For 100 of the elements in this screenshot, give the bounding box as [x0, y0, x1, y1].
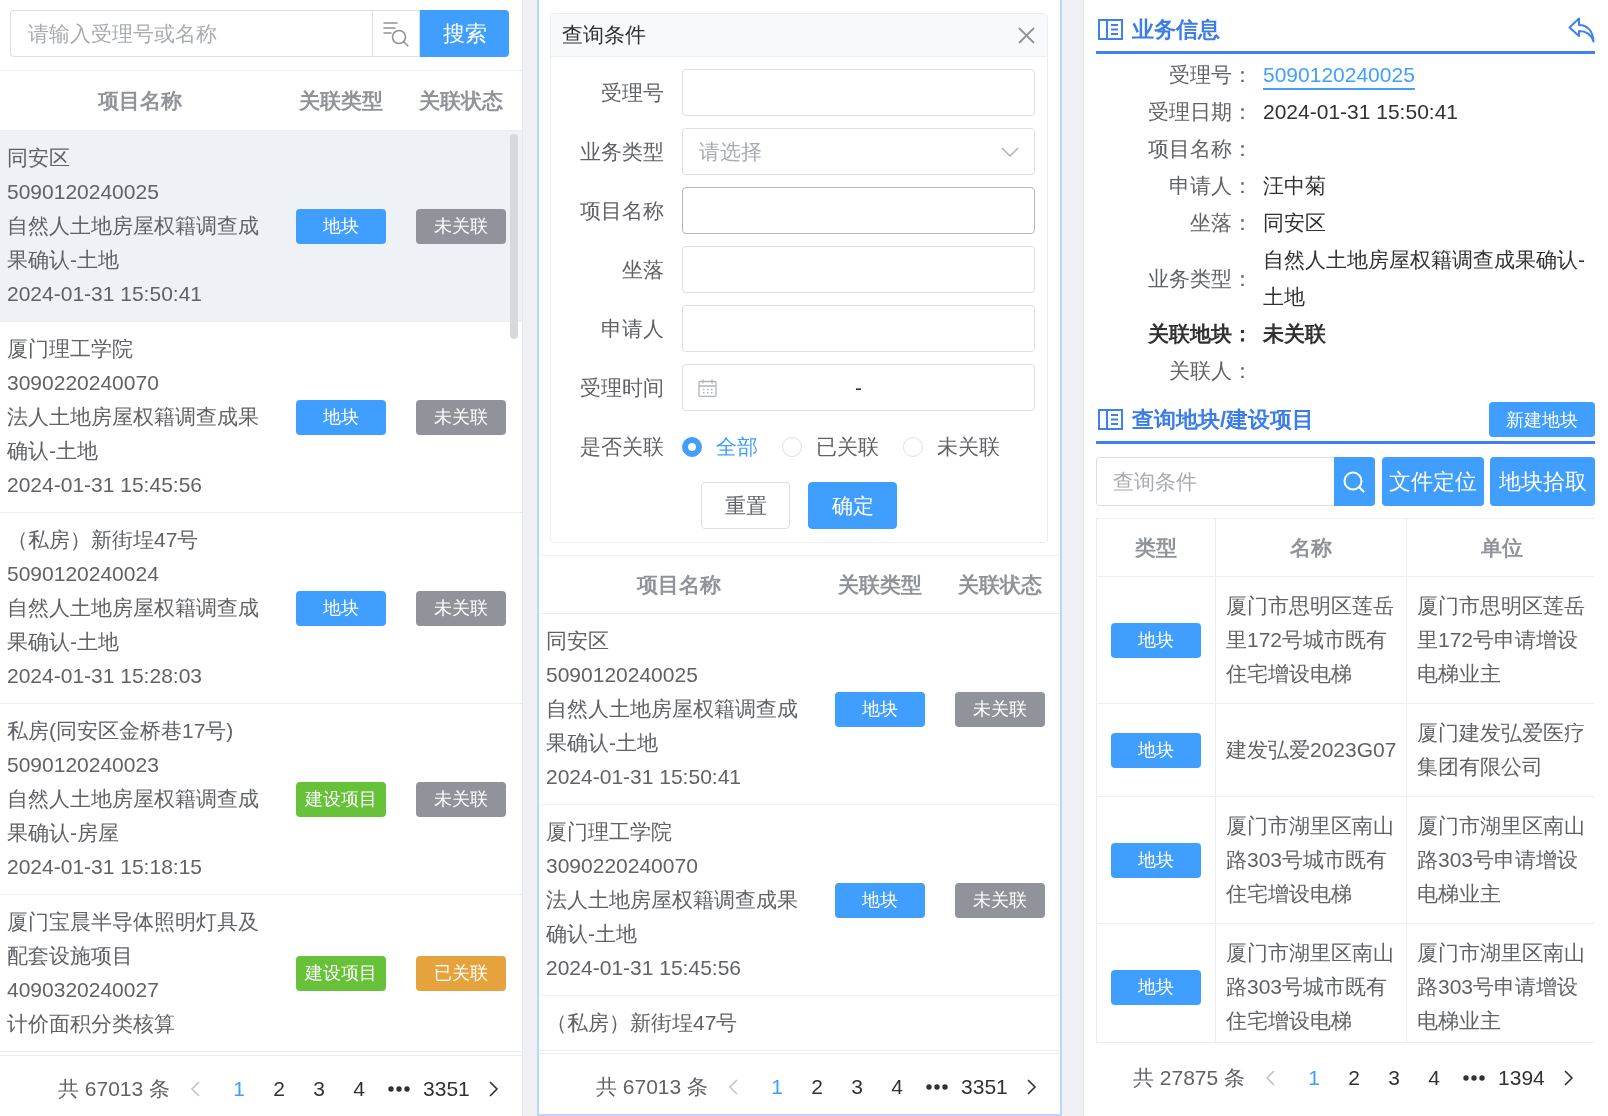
- page-number[interactable]: 3351: [957, 1070, 1012, 1104]
- search-field[interactable]: 查询条件: [1096, 457, 1334, 506]
- chevron-right-icon: [1563, 1070, 1574, 1086]
- page-number[interactable]: 2: [259, 1072, 300, 1106]
- field-value: 同安区: [1263, 210, 1326, 236]
- search-icon: [1343, 470, 1366, 493]
- project-name: 私房(同安区金桥巷17号): [7, 718, 234, 744]
- chevron-down-icon: [1001, 147, 1019, 157]
- table-cell: 建发弘爱2023G07: [1215, 703, 1407, 797]
- acceptance-number: 5090120240025: [7, 179, 159, 205]
- acceptance-date: 2024-01-31 15:45:56: [546, 955, 741, 981]
- business-type: 自然人土地房屋权籍调查成果确认-土地: [546, 696, 799, 756]
- acceptance-number: 5090120240023: [7, 752, 159, 778]
- project-name: 同安区: [546, 628, 609, 654]
- chevron-right-icon: [488, 1081, 499, 1097]
- type-tag: 地块: [1111, 622, 1201, 658]
- field-value: 2024-01-31 15:50:41: [1263, 99, 1458, 125]
- ellipsis-icon[interactable]: [926, 1084, 949, 1090]
- field-label: 受理日期：: [1148, 99, 1253, 125]
- ellipsis-icon[interactable]: [388, 1086, 411, 1092]
- page-number[interactable]: 3: [837, 1070, 878, 1104]
- list-row[interactable]: 同安区 5090120240025 自然人土地房屋权籍调查成果确认-土地 2024-01-31 15:50:41 地块 未关联: [0, 131, 522, 322]
- field-label: 申请人：: [1169, 173, 1253, 199]
- page-number[interactable]: 3351: [419, 1072, 474, 1106]
- project-name: 厦门理工学院: [546, 819, 672, 845]
- search-field[interactable]: 请输入受理号或名称: [10, 10, 373, 57]
- input-field[interactable]: [682, 246, 1035, 293]
- return-arrow-icon[interactable]: [1568, 16, 1595, 43]
- field-label: 是否关联: [580, 433, 664, 460]
- page-number[interactable]: 1394: [1494, 1061, 1549, 1095]
- select-field[interactable]: 请选择: [682, 128, 1035, 175]
- project-name: （私房）新街埕47号: [546, 1010, 738, 1036]
- type-tag: 地块: [296, 208, 386, 244]
- page-number[interactable]: 4: [339, 1072, 380, 1106]
- section-title: 业务信息: [1132, 15, 1220, 44]
- field-label: 坐落: [622, 256, 664, 283]
- input-field[interactable]: [682, 69, 1035, 116]
- radio-label[interactable]: 已关联: [816, 432, 879, 461]
- close-icon[interactable]: [1018, 26, 1035, 44]
- input-field[interactable]: [682, 305, 1035, 352]
- business-type: 计价面积分类核算: [7, 1011, 175, 1037]
- field-value: 自然人土地房屋权籍调查成果确认-土地: [1263, 247, 1586, 310]
- acceptance-date: 2024-01-31 15:45:56: [7, 472, 202, 498]
- status-tag: 未关联: [416, 781, 506, 817]
- book-icon: [1098, 19, 1123, 40]
- input-field[interactable]: [682, 187, 1035, 234]
- project-name: 厦门理工学院: [7, 336, 133, 362]
- table-cell: 厦门市湖里区南山路303号城市既有住宅增设电梯: [1215, 796, 1407, 924]
- advanced-search-button[interactable]: [372, 10, 421, 57]
- range-separator: -: [855, 375, 862, 400]
- search-button[interactable]: [1334, 457, 1375, 506]
- acceptance-date: 2024-01-31 15:28:03: [7, 663, 202, 689]
- status-tag: 未关联: [416, 590, 506, 626]
- field-label: 坐落：: [1190, 210, 1253, 236]
- column-header: 单位: [1406, 518, 1595, 577]
- column-header: 关联类型: [838, 572, 922, 596]
- section-title: 查询地块/建设项目: [1132, 405, 1315, 434]
- column-header: 类型: [1096, 518, 1216, 577]
- acceptance-number: 3090220240070: [546, 853, 698, 879]
- radio-button[interactable]: [682, 436, 702, 457]
- date-range-field[interactable]: -: [682, 364, 1035, 411]
- page-number[interactable]: 4: [1414, 1061, 1455, 1095]
- page-number[interactable]: 2: [1334, 1061, 1375, 1095]
- status-tag: 未关联: [416, 208, 506, 244]
- page-number[interactable]: 3: [1374, 1061, 1415, 1095]
- radio-label[interactable]: 未关联: [937, 432, 1000, 461]
- column-header: 关联状态: [419, 88, 503, 112]
- project-name: 厦门宝晨半导体照明灯具及配套设施项目: [7, 909, 260, 969]
- field-value: 未关联: [1263, 321, 1326, 347]
- type-tag: 地块: [1111, 842, 1201, 878]
- chevron-left-icon: [728, 1079, 739, 1095]
- column-header: 项目名称: [98, 88, 182, 112]
- type-tag: 地块: [296, 590, 386, 626]
- field-label: 受理号: [601, 79, 664, 106]
- project-name: 同安区: [7, 145, 70, 171]
- field-label: 业务类型: [580, 138, 664, 165]
- ellipsis-icon[interactable]: [1463, 1075, 1486, 1081]
- acceptance-date: 2024-01-31 15:50:41: [7, 281, 202, 307]
- type-tag: 建设项目: [296, 955, 386, 991]
- field-label: 关联地块：: [1148, 321, 1253, 347]
- type-tag: 地块: [1111, 732, 1201, 768]
- status-tag: 未关联: [955, 882, 1045, 918]
- reset-button[interactable]: 重置: [701, 482, 790, 529]
- business-type: 自然人土地房屋权籍调查成果确认-房屋: [7, 786, 260, 846]
- column-header: 关联状态: [958, 572, 1042, 596]
- acceptance-number: 4090320240027: [7, 977, 159, 1003]
- type-tag: 地块: [1111, 969, 1201, 1005]
- page-number[interactable]: 4: [877, 1070, 918, 1104]
- type-tag: 地块: [835, 691, 925, 727]
- status-tag: 未关联: [955, 691, 1045, 727]
- type-tag: 地块: [296, 399, 386, 435]
- table-cell: 厦门市思明区莲岳里172号城市既有住宅增设电梯: [1215, 576, 1407, 704]
- scrollbar[interactable]: [510, 134, 518, 339]
- page-number[interactable]: 3: [299, 1072, 340, 1106]
- acceptance-number: 5090120240024: [7, 561, 159, 587]
- business-type: 法人土地房屋权籍调查成果确认-土地: [546, 887, 799, 947]
- type-tag: 建设项目: [296, 781, 386, 817]
- acceptance-number: 3090220240070: [7, 370, 159, 396]
- field-label: 申请人: [601, 315, 664, 342]
- page-number[interactable]: 2: [797, 1070, 838, 1104]
